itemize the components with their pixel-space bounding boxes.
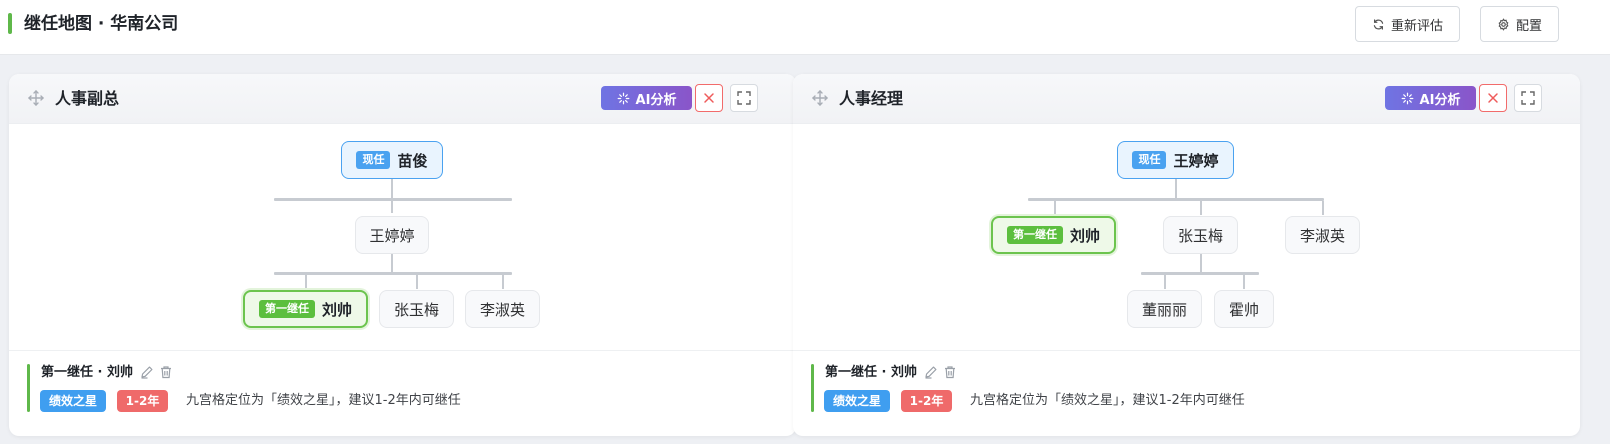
fullscreen-button[interactable] [730, 84, 758, 112]
config-label: 配置 [1515, 18, 1542, 34]
successor-node[interactable]: 张玉梅 [379, 290, 454, 328]
current-holder-node[interactable]: 现任 苗俊 [341, 141, 443, 179]
connector [416, 275, 418, 289]
first-successor-name: 刘帅 [321, 300, 352, 319]
successor-name: 李淑英 [479, 300, 525, 319]
first-successor-tag: 第一继任 [258, 300, 315, 318]
connector [1175, 179, 1177, 198]
connector [1141, 272, 1259, 275]
succession-card-1: 人事副总 AI分析 现任 苗俊 王婷婷 第一继任 刘帅 张玉梅 李淑英 第一继任… [9, 74, 796, 436]
successor-summary: 第一继任 · 刘帅 绩效之星 1-2年 九宫格定位为「绩效之星」，建议1-2年内… [9, 350, 796, 436]
talent-badge: 绩效之星 [40, 390, 106, 412]
card-title: 人事副总 [55, 89, 120, 108]
successor-node[interactable]: 张玉梅 [1163, 216, 1238, 254]
first-successor-node[interactable]: 第一继任 刘帅 [991, 216, 1116, 254]
successor-name: 王婷婷 [369, 226, 415, 245]
succession-tree: 现任 苗俊 王婷婷 第一继任 刘帅 张玉梅 李淑英 [9, 124, 796, 354]
current-tag: 现任 [356, 151, 391, 169]
successor-node[interactable]: 李淑英 [465, 290, 540, 328]
connector [274, 272, 512, 275]
card-header: 人事副总 AI分析 [9, 74, 796, 124]
ai-analysis-button[interactable]: AI分析 [601, 86, 692, 110]
card-header: 人事经理 AI分析 [793, 74, 1580, 124]
drag-handle-icon[interactable] [811, 89, 829, 107]
current-holder-node[interactable]: 现任 王婷婷 [1117, 141, 1234, 179]
fullscreen-icon [737, 91, 751, 105]
gear-icon [1498, 17, 1509, 31]
trash-icon[interactable] [159, 365, 173, 379]
trash-icon[interactable] [943, 365, 957, 379]
ai-analysis-button[interactable]: AI分析 [1385, 86, 1476, 110]
config-button[interactable]: 配置 [1480, 6, 1559, 42]
successor-node[interactable]: 董丽丽 [1127, 290, 1202, 328]
summary-description: 九宫格定位为「绩效之星」，建议1-2年内可继任 [186, 393, 461, 408]
successor-node[interactable]: 李淑英 [1285, 216, 1360, 254]
first-successor-name: 刘帅 [1069, 226, 1100, 245]
successor-node[interactable]: 霍帅 [1214, 290, 1274, 328]
connector [1164, 275, 1166, 289]
talent-badge: 绩效之星 [824, 390, 890, 412]
reassess-button[interactable]: 重新评估 [1355, 6, 1460, 42]
edit-icon[interactable] [140, 365, 154, 379]
timeline-badge: 1-2年 [117, 390, 168, 412]
sparkle-icon [617, 92, 629, 104]
first-successor-node[interactable]: 第一继任 刘帅 [243, 290, 368, 328]
summary-accent-bar [27, 364, 30, 412]
connector [1322, 201, 1324, 215]
summary-accent-bar [811, 364, 814, 412]
connector [1054, 201, 1056, 215]
reassess-label: 重新评估 [1390, 18, 1443, 34]
ai-analysis-label: AI分析 [635, 92, 677, 108]
summary-description: 九宫格定位为「绩效之星」，建议1-2年内可继任 [970, 393, 1245, 408]
connector [1200, 254, 1202, 272]
drag-handle-icon[interactable] [27, 89, 45, 107]
card-title: 人事经理 [839, 89, 904, 108]
edit-icon[interactable] [924, 365, 938, 379]
sparkle-icon [1401, 92, 1413, 104]
current-tag: 现任 [1132, 151, 1167, 169]
successor-node[interactable]: 王婷婷 [355, 216, 429, 254]
refresh-icon [1373, 18, 1384, 30]
successor-name: 张玉梅 [1177, 226, 1223, 245]
successor-name: 霍帅 [1228, 300, 1259, 319]
current-holder-name: 王婷婷 [1173, 151, 1219, 170]
close-icon [1488, 93, 1498, 103]
successor-name: 董丽丽 [1141, 300, 1187, 319]
page-title: 继任地图 · 华南公司 [24, 14, 179, 34]
connector [502, 275, 504, 289]
current-holder-name: 苗俊 [397, 151, 428, 170]
connector [274, 198, 512, 201]
ai-analysis-label: AI分析 [1419, 92, 1461, 108]
top-bar: 继任地图 · 华南公司 重新评估 配置 [0, 0, 1610, 55]
title-accent-bar [8, 13, 12, 34]
remove-card-button[interactable] [695, 84, 723, 112]
successor-name: 李淑英 [1299, 226, 1345, 245]
summary-title: 第一继任 · 刘帅 [825, 365, 917, 380]
succession-tree: 现任 王婷婷 第一继任 刘帅 张玉梅 李淑英 董丽丽 霍帅 [793, 124, 1580, 354]
summary-title: 第一继任 · 刘帅 [41, 365, 133, 380]
connector [1243, 275, 1245, 289]
close-icon [704, 93, 714, 103]
successor-name: 张玉梅 [393, 300, 439, 319]
timeline-badge: 1-2年 [901, 390, 952, 412]
successor-summary: 第一继任 · 刘帅 绩效之星 1-2年 九宫格定位为「绩效之星」，建议1-2年内… [793, 350, 1580, 436]
remove-card-button[interactable] [1479, 84, 1507, 112]
connector [391, 201, 393, 213]
connector [391, 179, 393, 198]
fullscreen-button[interactable] [1514, 84, 1542, 112]
succession-card-2: 人事经理 AI分析 现任 王婷婷 第一继任 刘帅 张玉梅 李淑英 董丽丽 霍帅 … [793, 74, 1580, 436]
connector [305, 275, 307, 289]
connector [1200, 201, 1202, 215]
connector [391, 254, 393, 272]
fullscreen-icon [1521, 91, 1535, 105]
connector [1028, 198, 1324, 201]
first-successor-tag: 第一继任 [1006, 226, 1063, 244]
